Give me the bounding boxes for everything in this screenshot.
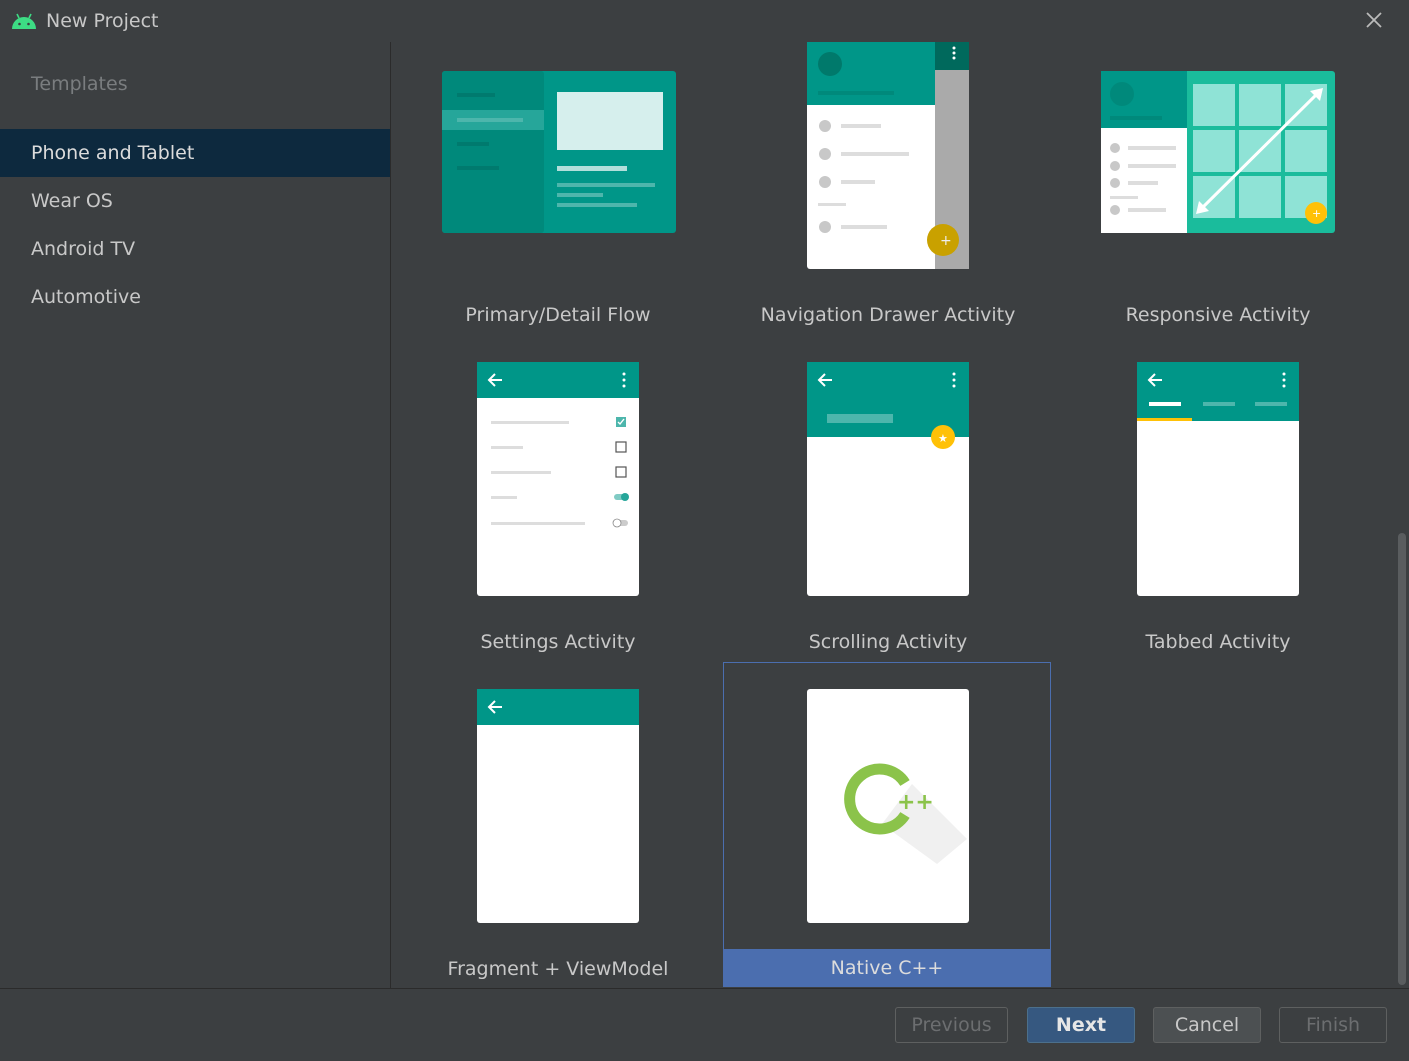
- template-label: Fragment + ViewModel: [447, 958, 669, 980]
- navigation-drawer-preview: +: [807, 42, 969, 269]
- sidebar-item-automotive[interactable]: Automotive: [0, 273, 390, 321]
- template-scrolling-activity[interactable]: ★ Scrolling Activity: [723, 342, 1053, 662]
- cancel-button[interactable]: Cancel: [1153, 1007, 1261, 1043]
- template-label: Tabbed Activity: [1145, 631, 1291, 653]
- primary-detail-preview: [442, 71, 676, 233]
- gallery-scrollbar-thumb[interactable]: [1398, 533, 1406, 985]
- template-primary-detail-flow[interactable]: Primary/Detail Flow: [393, 42, 723, 342]
- svg-text:+: +: [1312, 207, 1321, 220]
- window-title: New Project: [46, 10, 159, 32]
- settings-preview: [477, 362, 639, 596]
- template-tabbed-activity[interactable]: Tabbed Activity: [1053, 342, 1383, 662]
- android-icon: [12, 13, 36, 29]
- responsive-preview: +: [1101, 71, 1335, 233]
- scrolling-preview: ★: [807, 362, 969, 596]
- template-navigation-drawer-activity[interactable]: + Navigation Drawer Activity: [723, 42, 1053, 342]
- svg-text:++: ++: [897, 790, 934, 815]
- previous-button[interactable]: Previous: [895, 1007, 1008, 1043]
- template-label: Native C++: [830, 957, 944, 979]
- fragment-viewmodel-preview: [477, 689, 639, 923]
- sidebar-item-phone-and-tablet[interactable]: Phone and Tablet: [0, 129, 390, 177]
- template-settings-activity[interactable]: Settings Activity: [393, 342, 723, 662]
- template-label: Primary/Detail Flow: [465, 304, 651, 326]
- svg-text:+: +: [940, 233, 952, 249]
- close-icon[interactable]: [1363, 9, 1385, 31]
- template-label: Navigation Drawer Activity: [760, 304, 1016, 326]
- sidebar-item-android-tv[interactable]: Android TV: [0, 225, 390, 273]
- title-bar: New Project: [0, 0, 1409, 42]
- template-label: Scrolling Activity: [808, 631, 968, 653]
- next-button[interactable]: Next: [1027, 1007, 1135, 1043]
- svg-text:★: ★: [938, 432, 948, 445]
- template-responsive-activity[interactable]: + Responsive Activity: [1053, 42, 1383, 342]
- native-cpp-preview: ++: [807, 689, 969, 923]
- templates-sidebar: Templates Phone and Tablet Wear OS Andro…: [0, 42, 391, 988]
- sidebar-heading: Templates: [31, 73, 128, 95]
- sidebar-item-wear-os[interactable]: Wear OS: [0, 177, 390, 225]
- template-label: Settings Activity: [480, 631, 636, 653]
- template-fragment-viewmodel[interactable]: Fragment + ViewModel: [393, 662, 723, 988]
- template-label: Responsive Activity: [1125, 304, 1311, 326]
- finish-button[interactable]: Finish: [1279, 1007, 1387, 1043]
- tabbed-preview: [1137, 362, 1299, 596]
